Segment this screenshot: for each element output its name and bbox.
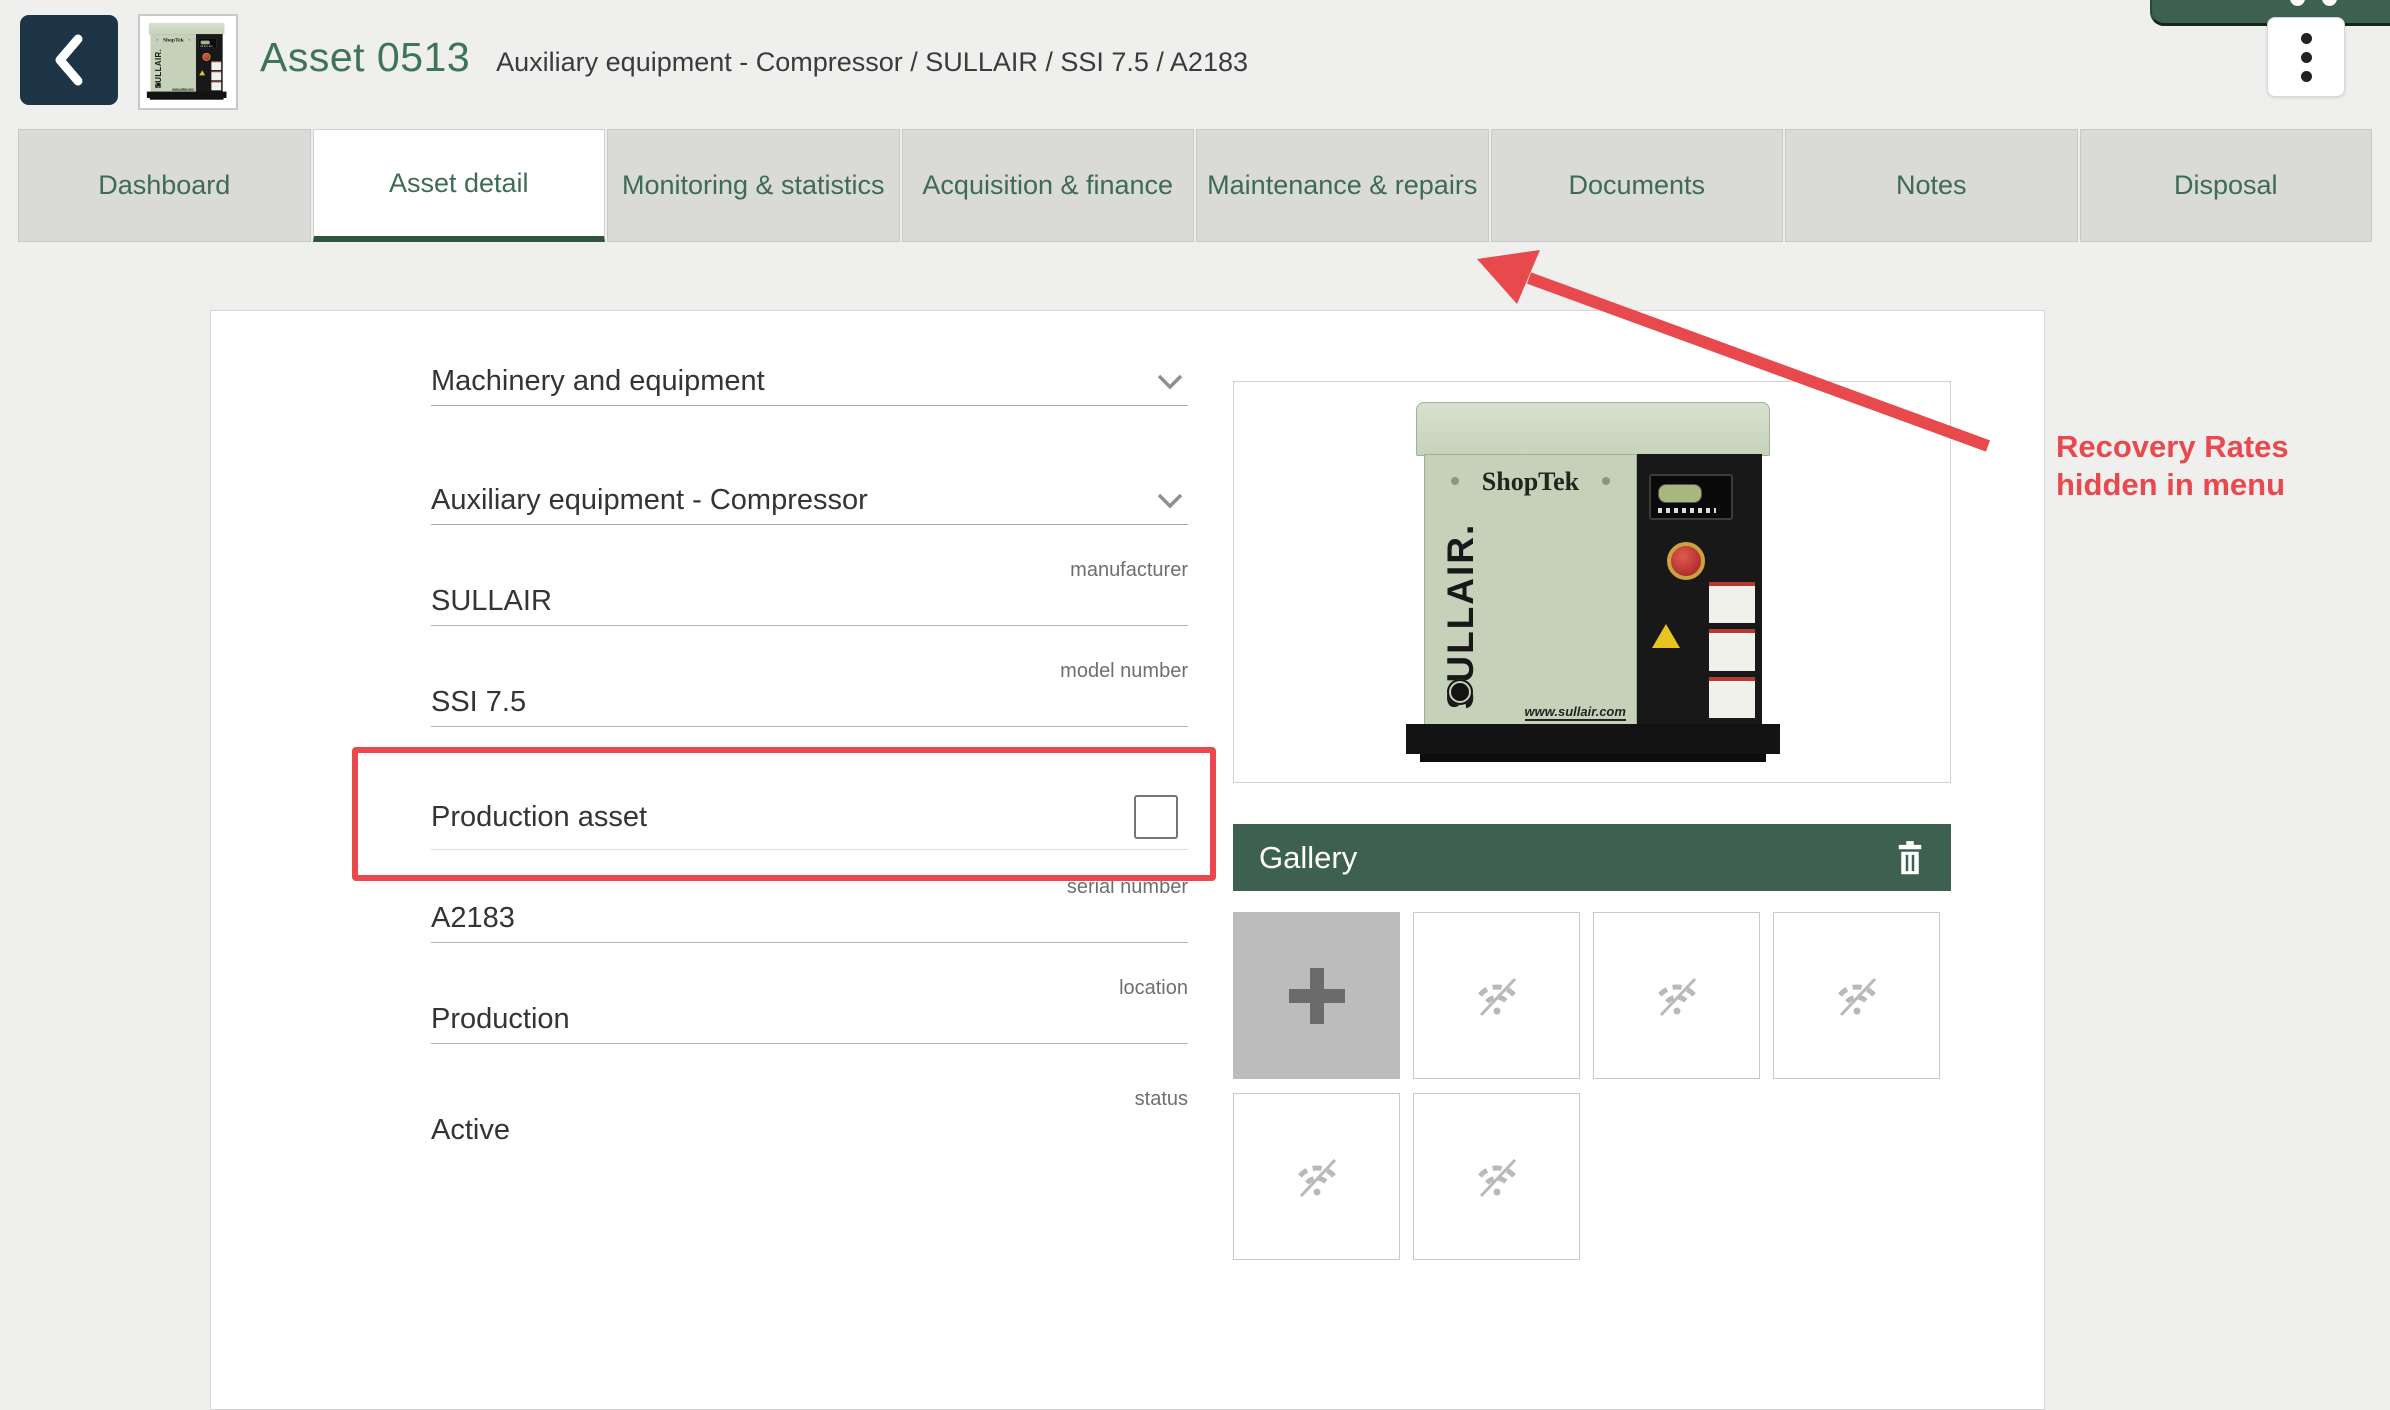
gallery-title: Gallery (1259, 840, 1357, 876)
serial-number-input[interactable]: A2183 (431, 902, 1188, 943)
status-field: status Active (431, 1088, 1188, 1154)
gallery-placeholder-tile[interactable] (1593, 912, 1760, 1079)
gallery-placeholder-tile[interactable] (1413, 1093, 1580, 1260)
compressor-thumbnail-image: ShopTek SULLAIR. www.sullair.com (143, 23, 230, 101)
status-input[interactable]: Active (431, 1114, 1188, 1154)
plus-icon (1285, 964, 1349, 1028)
subcategory-value: Auxiliary equipment - Compressor (431, 484, 1188, 516)
category-select[interactable]: Machinery and equipment (431, 353, 1188, 406)
tab-asset-detail[interactable]: Asset detail (313, 129, 606, 242)
annotation-line-2: hidden in menu (2056, 466, 2386, 504)
serial-number-label: serial number (431, 876, 1188, 898)
annotation-line-1: Recovery Rates (2056, 428, 2386, 466)
tab-maintenance-repairs[interactable]: Maintenance & repairs (1196, 129, 1489, 242)
category-value: Machinery and equipment (431, 365, 1188, 397)
gallery-header: Gallery (1233, 824, 1951, 891)
status-label: status (431, 1088, 1188, 1110)
gallery-placeholder-tile[interactable] (1773, 912, 1940, 1079)
manufacturer-label: manufacturer (431, 559, 1188, 581)
broken-image-icon (1470, 969, 1524, 1023)
back-button[interactable] (20, 15, 118, 105)
subcategory-select[interactable]: Auxiliary equipment - Compressor (431, 472, 1188, 525)
asset-detail-card: Machinery and equipment Auxiliary equipm… (210, 310, 2045, 1410)
page-subtitle: Auxiliary equipment - Compressor / SULLA… (496, 47, 1248, 78)
add-image-tile[interactable] (1233, 912, 1400, 1079)
manufacturer-field: manufacturer SULLAIR (431, 559, 1188, 626)
gallery-placeholder-tile[interactable] (1413, 912, 1580, 1079)
model-number-label: model number (431, 660, 1188, 682)
production-asset-row: Production asset (431, 785, 1188, 850)
tab-disposal[interactable]: Disposal (2080, 129, 2373, 242)
location-label: location (431, 977, 1188, 999)
asset-form: Machinery and equipment Auxiliary equipm… (431, 353, 1188, 1154)
model-number-field: model number SSI 7.5 (431, 660, 1188, 727)
tab-bar: Dashboard Asset detail Monitoring & stat… (18, 129, 2372, 242)
tab-notes[interactable]: Notes (1785, 129, 2078, 242)
tab-dashboard[interactable]: Dashboard (18, 129, 311, 242)
asset-thumbnail[interactable]: ShopTek SULLAIR. www.sullair.com (138, 14, 238, 110)
compressor-photo: ShopTek SULLAIR. www.sullair.com (1388, 402, 1798, 766)
location-field: location Production (431, 977, 1188, 1044)
broken-image-icon (1470, 1150, 1524, 1204)
manufacturer-input[interactable]: SULLAIR (431, 585, 1188, 626)
broken-image-icon (1650, 969, 1704, 1023)
production-asset-label: Production asset (431, 801, 647, 834)
broken-image-icon (1830, 969, 1884, 1023)
location-input[interactable]: Production (431, 1003, 1188, 1044)
gallery-placeholder-tile[interactable] (1233, 1093, 1400, 1260)
tab-acquisition-finance[interactable]: Acquisition & finance (902, 129, 1195, 242)
header-title-row: Asset 0513 Auxiliary equipment - Compres… (260, 34, 1248, 81)
broken-image-icon (1290, 1150, 1344, 1204)
annotation-note: Recovery Rates hidden in menu (2056, 428, 2386, 504)
production-asset-checkbox[interactable] (1134, 795, 1178, 839)
tab-monitoring-statistics[interactable]: Monitoring & statistics (607, 129, 900, 242)
gallery-grid (1233, 912, 1940, 1260)
page-title: Asset 0513 (260, 34, 470, 81)
trash-icon[interactable] (1895, 841, 1925, 875)
model-number-input[interactable]: SSI 7.5 (431, 686, 1188, 727)
asset-main-image[interactable]: ShopTek SULLAIR. www.sullair.com (1233, 381, 1951, 783)
tab-documents[interactable]: Documents (1491, 129, 1784, 242)
chevron-left-icon (46, 31, 92, 89)
more-options-button[interactable] (2267, 17, 2345, 97)
serial-number-field: serial number A2183 (431, 876, 1188, 943)
